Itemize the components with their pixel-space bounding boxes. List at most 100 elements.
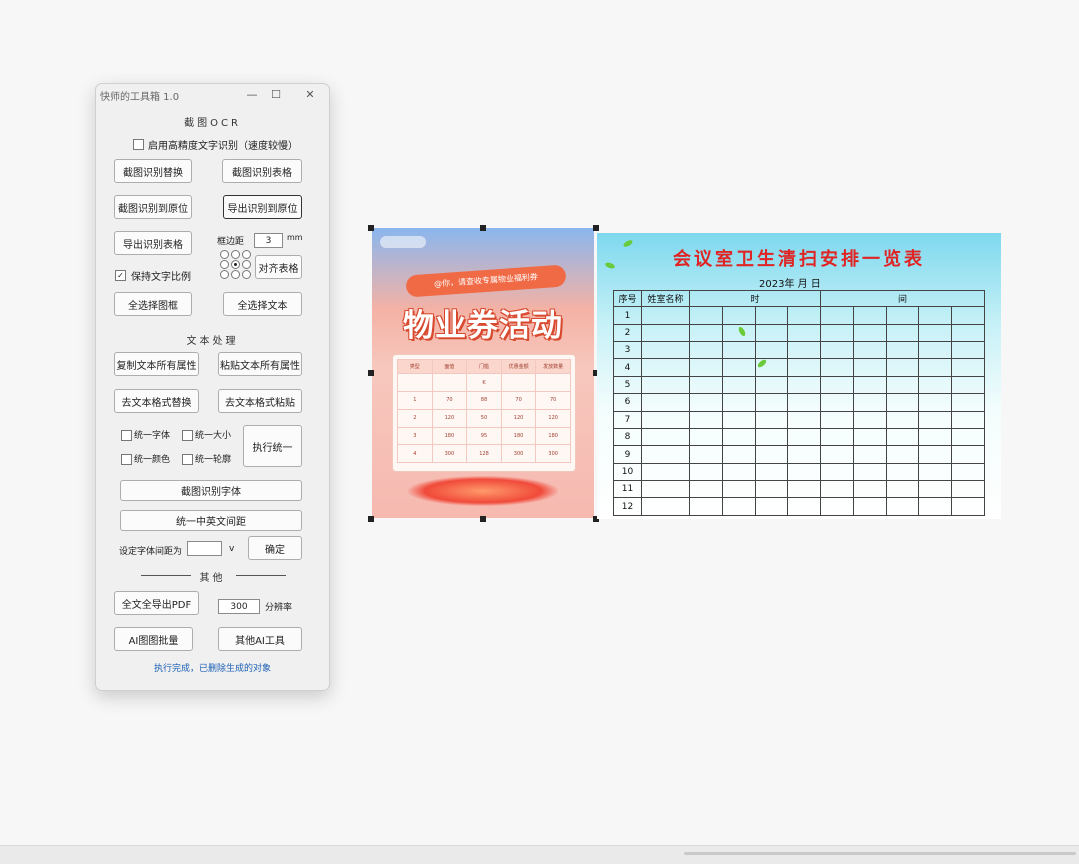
cell <box>951 375 985 395</box>
cell <box>951 358 985 377</box>
unify-outline-checkbox[interactable] <box>182 454 193 465</box>
cell <box>721 462 756 482</box>
cell <box>951 445 985 464</box>
schedule-image[interactable]: 会议室卫生清扫安排一览表 2023年 月 日 序号 姓室名称 时 间 1 2 3… <box>597 233 1001 519</box>
cell <box>787 375 822 395</box>
cell <box>885 427 920 447</box>
screenshot-restore-button[interactable]: 截图识别到原位 <box>114 195 192 219</box>
cell <box>721 323 756 343</box>
cell <box>852 358 887 377</box>
maximize-icon[interactable]: ☐ <box>268 87 284 103</box>
minimize-icon[interactable]: — <box>244 87 260 103</box>
anchor-radio-tc[interactable] <box>231 250 240 259</box>
status-message: 执行完成，已删除生成的对象 <box>153 664 271 674</box>
cell <box>820 323 854 343</box>
resize-handle-bl[interactable] <box>368 516 374 522</box>
cell <box>721 480 756 499</box>
cell <box>918 480 953 499</box>
poster-td: 180 <box>431 426 468 446</box>
unify-size-checkbox[interactable] <box>182 430 193 441</box>
cell <box>951 427 985 447</box>
cell <box>754 427 789 447</box>
scrollbar-thumb[interactable] <box>684 852 1076 855</box>
cell <box>820 375 854 395</box>
anchor-radio-mc[interactable] <box>231 260 240 269</box>
cell <box>820 393 854 412</box>
unify-font-checkbox[interactable] <box>121 430 132 441</box>
resize-handle-tc[interactable] <box>480 225 486 231</box>
cell <box>885 445 920 464</box>
export-restore-button[interactable]: 导出识别到原位 <box>223 195 302 219</box>
cell <box>951 497 985 516</box>
unify-spacing-button[interactable]: 统一中英文间距 <box>120 510 302 531</box>
apply-unify-button[interactable]: 执行统一 <box>243 425 302 467</box>
margin-input[interactable]: 3 <box>254 233 283 248</box>
unify-font-label: 统一字体 <box>134 431 171 441</box>
cell <box>852 393 887 412</box>
anchor-radio-tl[interactable] <box>220 250 229 259</box>
anchor-radio-br[interactable] <box>242 270 251 279</box>
cell <box>689 375 723 395</box>
poster-image[interactable]: @你，请查收专属物业福利券 物业券活动 类型 面值 门槛 优惠金额 发放数量 K… <box>372 228 594 518</box>
format-replace-button[interactable]: 去文本格式替换 <box>114 389 199 413</box>
cell <box>641 427 690 447</box>
horizontal-scrollbar[interactable] <box>0 845 1079 864</box>
poster-td: 180 <box>500 426 537 446</box>
format-paste-button[interactable]: 去文本格式粘贴 <box>218 389 302 413</box>
unify-color-checkbox[interactable] <box>121 454 132 465</box>
select-frame-button[interactable]: 全选择图框 <box>114 292 192 316</box>
resize-handle-ml[interactable] <box>368 370 374 376</box>
paste-attrs-button[interactable]: 粘贴文本所有属性 <box>218 352 302 376</box>
export-table-button[interactable]: 导出识别表格 <box>114 231 192 255</box>
table-row: 2 <box>613 323 985 343</box>
copy-attrs-button[interactable]: 复制文本所有属性 <box>114 352 199 376</box>
screenshot-table-button[interactable]: 截图识别表格 <box>222 159 302 183</box>
dpi-input[interactable]: 300 <box>218 599 260 614</box>
more-tools-button[interactable]: 其他AI工具 <box>218 627 302 651</box>
anchor-radio-mr[interactable] <box>242 260 251 269</box>
poster-td: 300 <box>500 444 537 463</box>
cell <box>754 480 789 499</box>
row-number: 2 <box>613 323 642 343</box>
cell <box>689 462 723 482</box>
poster-td: 70 <box>431 391 468 410</box>
row-number: 9 <box>613 445 642 464</box>
screenshot-replace-button[interactable]: 截图识别替换 <box>114 159 192 183</box>
anchor-radio-bc[interactable] <box>231 270 240 279</box>
poster-td: 70 <box>500 391 537 410</box>
row-number: 6 <box>613 393 642 412</box>
poster-decoration <box>408 476 558 506</box>
ai-images-button[interactable]: AI图图批量 <box>114 627 193 651</box>
export-pdf-button[interactable]: 全文全导出PDF <box>114 591 199 615</box>
cell <box>852 497 887 516</box>
table-row: 2 120 50 120 120 <box>397 408 571 428</box>
hq-ocr-checkbox[interactable] <box>133 139 144 150</box>
cell <box>721 427 756 447</box>
margin-unit: mm <box>287 233 303 242</box>
align-table-button[interactable]: 对齐表格 <box>255 255 302 279</box>
select-text-button[interactable]: 全选择文本 <box>223 292 302 316</box>
col-name-header: 姓室名称 <box>641 289 690 308</box>
cell <box>641 358 690 377</box>
cell <box>754 341 789 360</box>
anchor-radio-tr[interactable] <box>242 250 251 259</box>
table-row: 4 <box>613 358 985 377</box>
screenshot-font-button[interactable]: 截图识别字体 <box>120 480 302 501</box>
ocr-heading: 截图OCR <box>184 118 241 129</box>
anchor-radio-bl[interactable] <box>220 270 229 279</box>
anchor-radio-ml[interactable] <box>220 260 229 269</box>
poster-banner: @你，请查收专属物业福利券 <box>405 264 567 298</box>
resize-handle-bc[interactable] <box>480 516 486 522</box>
title-bar[interactable]: 快师的工具箱 1.0 — ☐ ✕ <box>96 84 329 106</box>
resize-handle-tl[interactable] <box>368 225 374 231</box>
resize-handle-tr[interactable] <box>593 225 599 231</box>
confirm-button[interactable]: 确定 <box>248 536 302 560</box>
cell <box>918 497 953 516</box>
cell <box>787 480 822 499</box>
spacing-input[interactable] <box>187 541 222 556</box>
spacing-label: 设定字体间距为 <box>119 547 183 557</box>
keep-ratio-checkbox[interactable]: ✓ <box>115 270 126 281</box>
table-row: 1 70 88 70 70 <box>397 391 571 410</box>
poster-table-subheader: K <box>397 373 571 393</box>
close-icon[interactable]: ✕ <box>302 87 318 103</box>
